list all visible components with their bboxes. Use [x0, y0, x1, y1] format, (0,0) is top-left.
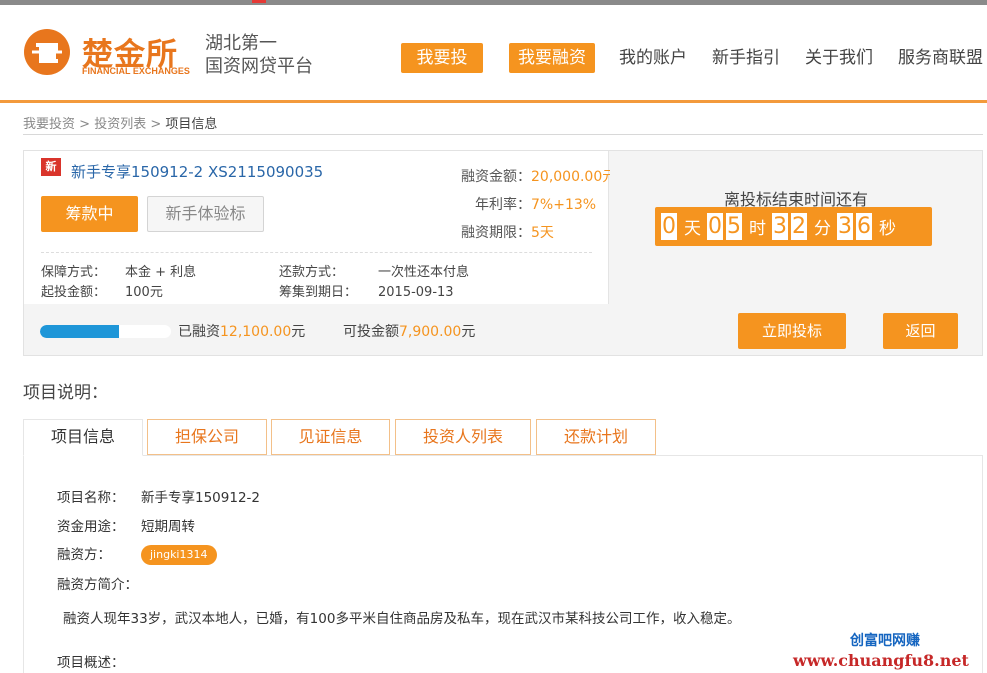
info-divider: [41, 252, 592, 253]
nav-about-us[interactable]: 关于我们: [797, 43, 881, 73]
funding-progress-bar: [40, 325, 171, 338]
borrower-tag[interactable]: jingki1314: [141, 545, 217, 565]
financing-amount: 融资金额：20,000.00元: [439, 166, 616, 186]
bid-now-button[interactable]: 立即投标: [738, 313, 846, 349]
project-overview-label: 项目概述：: [57, 655, 125, 671]
breadcrumb-current: 项目信息: [165, 117, 218, 132]
raised-amount-unit: 元: [291, 324, 306, 340]
fund-use-label: 资金用途：: [57, 519, 125, 535]
tab-investor-list[interactable]: 投资人列表: [395, 419, 531, 455]
guarantee-method-label: 保障方式：: [41, 265, 107, 280]
site-watermark: 创富吧网赚 www.chuangfu8.net: [790, 628, 987, 673]
countdown-minutes-digit-2: 2: [791, 213, 807, 240]
annual-rate: 年利率：7%+13%: [439, 194, 596, 214]
borrower-intro-row: 融资方简介：: [57, 573, 138, 593]
available-amount: 可投金额7,900.00元: [343, 321, 475, 341]
countdown-days-digit: 0: [661, 213, 677, 240]
borrower-label: 融资方：: [57, 547, 111, 563]
annual-rate-label: 年利率：: [475, 197, 531, 213]
financing-term-value: 5天: [531, 225, 554, 241]
guarantee-method-value: 本金 + 利息: [125, 265, 197, 280]
repayment-method-value: 一次性还本付息: [378, 265, 470, 280]
financing-term-label: 融资期限：: [461, 225, 531, 241]
nav-beginner-guide[interactable]: 新手指引: [704, 43, 788, 73]
borrower-row: 融资方： jingki1314: [57, 543, 217, 565]
breadcrumb-separator: >: [79, 117, 91, 132]
countdown-seconds-digit-2: 6: [856, 213, 872, 240]
project-name-row: 项目名称： 新手专享150912-2: [57, 486, 260, 506]
slogan-line-2: 国资网贷平台: [205, 56, 313, 77]
financing-amount-value: 20,000.00元: [531, 169, 617, 185]
watermark-line-1: 创富吧网赚: [850, 633, 920, 649]
countdown-hours-digit-2: 5: [726, 213, 742, 240]
breadcrumb-invest-list[interactable]: 投资列表: [94, 117, 146, 132]
project-title[interactable]: 新手专享150912-2 XS2115090035: [71, 161, 323, 182]
countdown-box: 离投标结束时间还有 0 天 0 5 时 3 2 分 3 6 秒: [610, 151, 982, 304]
repayment-method: 还款方式： 一次性还本付息: [279, 261, 469, 280]
available-amount-unit: 元: [461, 324, 476, 340]
annual-rate-value: 7%+13%: [531, 197, 597, 213]
guarantee-method: 保障方式： 本金 + 利息: [41, 261, 196, 280]
top-strip-mark: [252, 0, 266, 3]
fund-use-row: 资金用途： 短期周转: [57, 515, 195, 535]
funding-progress-fill: [40, 325, 120, 338]
countdown-hours-digit-1: 0: [707, 213, 723, 240]
countdown-seconds-unit: 秒: [879, 219, 896, 239]
raised-amount-value: 12,100.00: [220, 324, 292, 340]
countdown-timer: 0 天 0 5 时 3 2 分 3 6 秒: [655, 207, 932, 246]
breadcrumb-invest[interactable]: 我要投资: [23, 117, 75, 132]
project-tabs: 项目信息 担保公司 见证信息 投资人列表 还款计划: [23, 419, 983, 456]
logo-icon[interactable]: [22, 27, 72, 77]
project-summary-panel: 新 新手专享150912-2 XS2115090035 筹款中 新手体验标 融资…: [23, 150, 983, 356]
brand-slogan: 湖北第一 国资网贷平台: [205, 32, 313, 78]
tab-guarantee-company[interactable]: 担保公司: [147, 419, 267, 455]
breadcrumb: 我要投资 > 投资列表 > 项目信息: [23, 113, 983, 135]
countdown-days-unit: 天: [684, 219, 701, 239]
tab-repayment-plan[interactable]: 还款计划: [536, 419, 656, 455]
project-description-title: 项目说明：: [23, 383, 108, 403]
watermark-line-2: www.chuangfu8.net: [793, 651, 969, 670]
tab-project-info[interactable]: 项目信息: [23, 419, 143, 456]
raised-amount-label: 已融资: [178, 324, 220, 340]
available-amount-value: 7,900.00: [399, 324, 462, 340]
countdown-hours-unit: 时: [749, 219, 766, 239]
project-name-label: 项目名称：: [57, 490, 125, 506]
project-info-box: 新 新手专享150912-2 XS2115090035 筹款中 新手体验标 融资…: [24, 151, 616, 304]
fund-use-value: 短期周转: [141, 519, 195, 535]
raised-amount: 已融资12,100.00元: [178, 321, 305, 341]
breadcrumb-separator: >: [150, 117, 162, 132]
financing-term: 融资期限：5天: [439, 222, 554, 242]
back-button[interactable]: 返回: [883, 313, 958, 349]
borrower-intro-label: 融资方简介：: [57, 577, 138, 593]
nav-financing[interactable]: 我要融资: [509, 43, 595, 73]
project-overview-row: 项目概述：: [57, 651, 125, 671]
brand-english: FINANCIAL EXCHANGES: [82, 66, 190, 76]
countdown-minutes-unit: 分: [814, 219, 831, 239]
repayment-method-label: 还款方式：: [279, 265, 345, 280]
minimum-investment: 起投金额： 100元: [41, 281, 163, 300]
minimum-investment-value: 100元: [125, 285, 163, 300]
financing-amount-label: 融资金额：: [461, 169, 531, 185]
trial-bid-button[interactable]: 新手体验标: [147, 196, 264, 232]
raise-deadline: 筹集到期日： 2015-09-13: [279, 281, 454, 300]
slogan-line-1: 湖北第一: [205, 33, 277, 54]
tab-witness-info[interactable]: 见证信息: [271, 419, 390, 455]
nav-my-account[interactable]: 我的账户: [611, 43, 695, 73]
new-badge-icon: 新: [41, 158, 61, 176]
funding-progress-row: 已融资12,100.00元 可投金额7,900.00元 立即投标 返回: [24, 304, 982, 355]
minimum-investment-label: 起投金额：: [41, 285, 107, 300]
site-header: 楚金所 FINANCIAL EXCHANGES 湖北第一 国资网贷平台 我要投资…: [0, 5, 987, 103]
nav-invest[interactable]: 我要投资: [401, 43, 483, 98]
countdown-minutes-digit-1: 3: [772, 213, 788, 240]
available-amount-label: 可投金额: [343, 324, 399, 340]
raise-deadline-label: 筹集到期日：: [279, 285, 358, 300]
project-name-value: 新手专享150912-2: [141, 490, 260, 506]
borrower-intro-text: 融资人现年33岁，武汉本地人，已婚，有100多平米自住商品房及私车，现在武汉市某…: [63, 611, 741, 627]
fundraising-status-button[interactable]: 筹款中: [41, 196, 138, 232]
countdown-seconds-digit-1: 3: [837, 213, 853, 240]
raise-deadline-value: 2015-09-13: [378, 285, 454, 300]
nav-service-alliance[interactable]: 服务商联盟: [890, 43, 987, 73]
